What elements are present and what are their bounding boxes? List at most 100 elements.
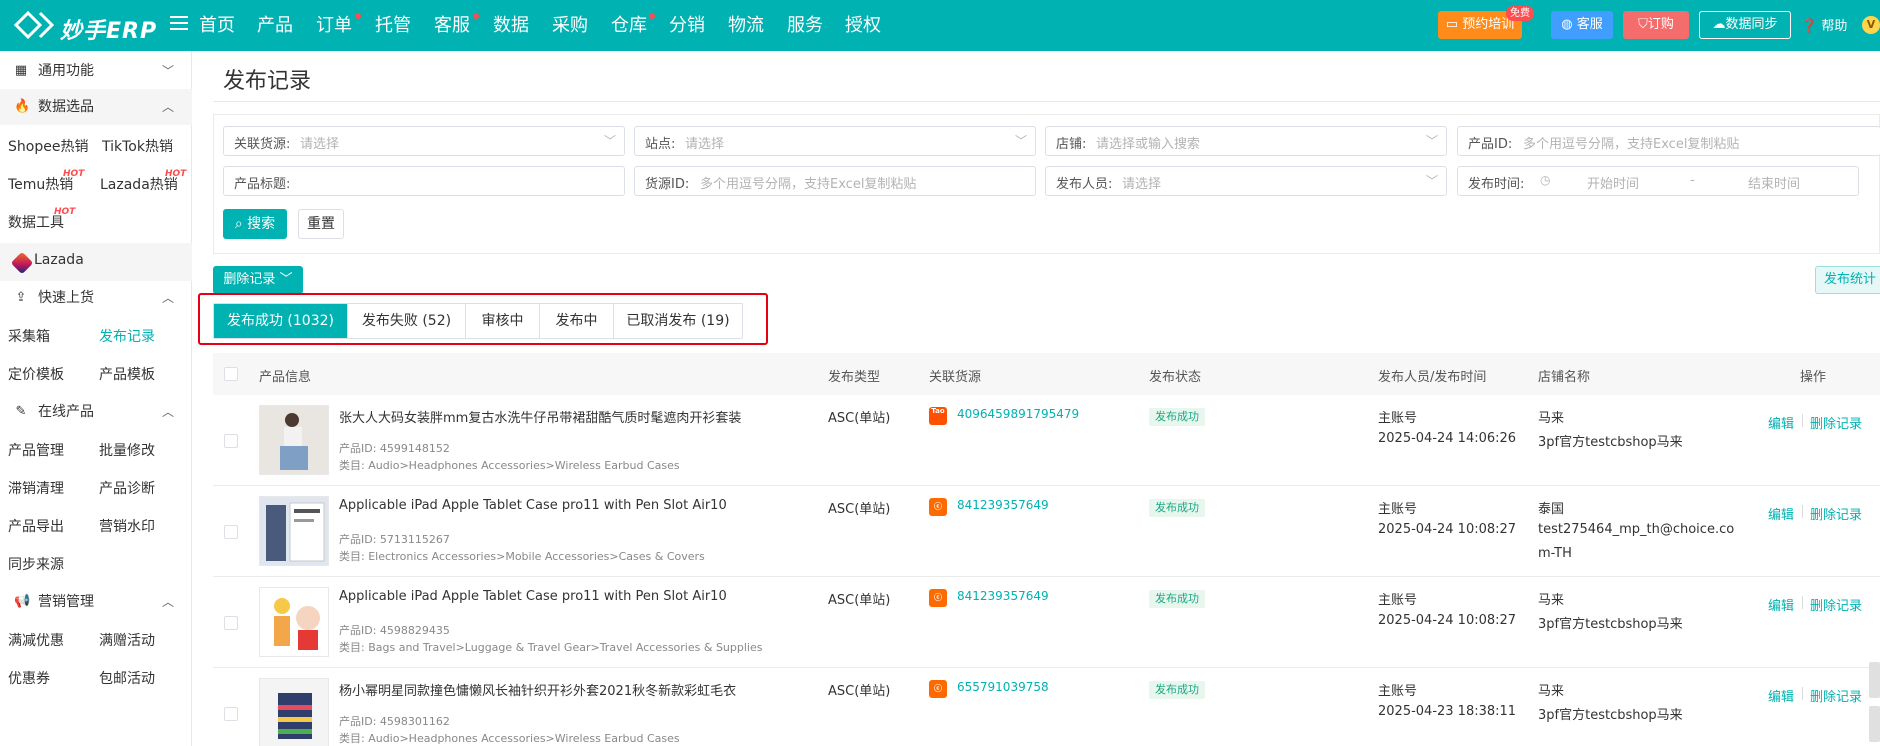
shop-name: test275464_mp_th@choice.co xyxy=(1538,522,1735,537)
product-thumbnail[interactable] xyxy=(259,587,329,657)
scroll-handle[interactable] xyxy=(1869,706,1880,742)
start-time-placeholder[interactable]: 开始时间 xyxy=(1587,173,1639,192)
nav-item-purchase[interactable]: 采购 xyxy=(548,0,592,51)
sidebar-section-marketing[interactable]: 📢 营销管理 ︿ xyxy=(0,584,192,620)
sidebar-section-quick-upload[interactable]: ⇪ 快速上货 ︿ xyxy=(0,280,192,316)
reset-button[interactable]: 重置 xyxy=(298,209,344,239)
publisher-select[interactable]: 发布人员: 请选择 ﹀ xyxy=(1045,166,1447,196)
source-id-link[interactable]: 841239357649 xyxy=(957,589,1049,603)
product-title-input[interactable]: 产品标题: xyxy=(223,166,625,196)
column-header: 产品信息 xyxy=(259,370,312,385)
sidebar-item-product-diagnosis[interactable]: 产品诊断 xyxy=(99,479,155,499)
sidebar-section-data-select[interactable]: 🔥 数据选品 ︿ xyxy=(0,89,192,125)
sidebar-item-product-manage[interactable]: 产品管理 xyxy=(8,441,64,461)
sidebar-item-tiktok-hot[interactable]: TikTok热销 xyxy=(102,137,173,157)
sidebar-item-product-export[interactable]: 产品导出 xyxy=(8,517,64,537)
sidebar-section-common[interactable]: ▦ 通用功能 ﹀ xyxy=(0,53,192,89)
sidebar-item-free-shipping[interactable]: 包邮活动 xyxy=(99,669,155,689)
training-label: 预约培训 xyxy=(1462,17,1515,32)
edit-link[interactable]: 编辑 xyxy=(1768,595,1794,614)
sidebar-item-slow-clear[interactable]: 滞销清理 xyxy=(8,479,64,499)
tab-publish-success[interactable]: 发布成功 (1032) xyxy=(214,304,348,338)
edit-link[interactable]: 编辑 xyxy=(1768,686,1794,705)
tab-publishing[interactable]: 发布中 xyxy=(540,304,614,338)
chat-icon: ▭ xyxy=(1445,17,1463,32)
sidebar-item-watermark[interactable]: 营销水印 xyxy=(99,517,155,537)
column-header: 操作 xyxy=(1800,370,1827,385)
sidebar-item-discount[interactable]: 满减优惠 xyxy=(8,631,64,651)
end-time-placeholder[interactable]: 结束时间 xyxy=(1748,173,1800,192)
sidebar-section-online-products[interactable]: ✎ 在线产品 ︿ xyxy=(0,394,192,430)
row-checkbox[interactable] xyxy=(224,525,238,539)
sidebar-item-shopee-hot[interactable]: Shopee热销 xyxy=(8,137,88,157)
sidebar-item-collect-box[interactable]: 采集箱 xyxy=(8,327,50,347)
edit-link[interactable]: 编辑 xyxy=(1768,413,1794,432)
row-checkbox[interactable] xyxy=(224,616,238,630)
row-checkbox[interactable] xyxy=(224,434,238,448)
delete-record-link[interactable]: 删除记录 xyxy=(1810,413,1862,432)
publish-stats-button[interactable]: 发布统计 xyxy=(1815,266,1880,294)
product-thumbnail[interactable] xyxy=(259,678,329,746)
sidebar-item-sync-source[interactable]: 同步来源 xyxy=(8,555,64,575)
sidebar-item-lazada[interactable]: Lazada xyxy=(0,243,192,281)
product-thumbnail[interactable] xyxy=(259,496,329,566)
sidebar-item-gift[interactable]: 满赠活动 xyxy=(99,631,155,651)
sidebar-item-batch-edit[interactable]: 批量修改 xyxy=(99,441,155,461)
product-title[interactable]: 张大人大码女装胖mm复古水洗牛仔吊带裙甜酷气质时髦遮肉开衫套装 xyxy=(339,407,741,426)
source-id-input[interactable]: 货源ID: 多个用逗号分隔，支持Excel复制粘贴 xyxy=(634,166,1036,196)
publish-time-range[interactable]: 发布时间: ◷ 开始时间 - 结束时间 xyxy=(1457,166,1859,196)
nav-item-home[interactable]: 首页 xyxy=(195,0,239,51)
delete-record-link[interactable]: 删除记录 xyxy=(1810,504,1862,523)
delete-records-dropdown[interactable]: 删除记录 ﹀ xyxy=(213,266,303,294)
field-placeholder: 多个用逗号分隔，支持Excel复制粘贴 xyxy=(1523,137,1740,152)
sidebar-item-product-template[interactable]: 产品模板 xyxy=(99,365,155,385)
product-category: 类目: Audio>Headphones Accessories>Wireles… xyxy=(339,732,680,745)
source-select[interactable]: 关联货源: 请选择 ﹀ xyxy=(223,126,625,156)
column-header: 发布状态 xyxy=(1149,370,1202,385)
source-id-link[interactable]: 841239357649 xyxy=(957,498,1049,512)
hamburger-icon[interactable] xyxy=(170,16,188,32)
product-title[interactable]: Applicable iPad Apple Tablet Case pro11 … xyxy=(339,498,727,513)
sidebar-item-publish-record[interactable]: 发布记录 xyxy=(99,327,155,347)
customer-service-button[interactable]: ◍ 客服 xyxy=(1551,11,1613,39)
product-thumbnail[interactable] xyxy=(259,405,329,475)
nav-item-authorize[interactable]: 授权 xyxy=(841,0,885,51)
source-id-link[interactable]: 655791039758 xyxy=(957,680,1049,694)
tab-cancelled[interactable]: 已取消发布 (19) xyxy=(614,304,742,338)
nav-item-hosting[interactable]: 托管 xyxy=(371,0,415,51)
sidebar-item-coupon[interactable]: 优惠券 xyxy=(8,669,50,689)
field-placeholder: 请选择 xyxy=(300,137,340,152)
scroll-handle[interactable] xyxy=(1869,662,1880,698)
brand-logo[interactable]: 妙手ERP xyxy=(10,8,160,44)
vip-badge[interactable]: V xyxy=(1862,16,1880,34)
shop-site: 马来 xyxy=(1538,593,1565,608)
nav-item-logistics[interactable]: 物流 xyxy=(724,0,768,51)
tab-publish-failed[interactable]: 发布失败 (52) xyxy=(348,304,466,338)
source-id-link[interactable]: 4096459891795479 xyxy=(957,407,1079,421)
product-title[interactable]: 杨小幂明星同款撞色慵懒风长袖针织开衫外套2021秋冬新款彩虹毛衣 xyxy=(339,680,736,699)
search-button[interactable]: ⌕ 搜索 xyxy=(223,209,287,239)
tab-reviewing[interactable]: 审核中 xyxy=(466,304,540,338)
shop-select[interactable]: 店铺: 请选择或输入搜索 ﹀ xyxy=(1045,126,1447,156)
nav-item-data[interactable]: 数据 xyxy=(489,0,533,51)
nav-item-product[interactable]: 产品 xyxy=(253,0,297,51)
nav-item-service[interactable]: 客服 xyxy=(430,0,474,51)
delete-record-link[interactable]: 删除记录 xyxy=(1810,595,1862,614)
nav-item-distribution[interactable]: 分销 xyxy=(665,0,709,51)
sidebar-item-price-template[interactable]: 定价模板 xyxy=(8,365,64,385)
data-sync-button[interactable]: ☁数据同步 xyxy=(1699,11,1791,39)
site-select[interactable]: 站点: 请选择 ﹀ xyxy=(634,126,1036,156)
row-checkbox[interactable] xyxy=(224,707,238,721)
delete-record-link[interactable]: 删除记录 xyxy=(1810,686,1862,705)
product-image xyxy=(260,406,328,474)
nav-item-services[interactable]: 服务 xyxy=(783,0,827,51)
help-link[interactable]: ❓ 帮助 xyxy=(1801,15,1847,34)
product-title[interactable]: Applicable iPad Apple Tablet Case pro11 … xyxy=(339,589,727,604)
column-header: 发布类型 xyxy=(828,370,881,385)
select-all-checkbox[interactable] xyxy=(224,367,238,381)
edit-link[interactable]: 编辑 xyxy=(1768,504,1794,523)
nav-item-order[interactable]: 订单 xyxy=(312,0,356,51)
nav-item-warehouse[interactable]: 仓库 xyxy=(607,0,651,51)
subscribe-button[interactable]: ⛉订购 xyxy=(1623,11,1689,39)
product-id-input[interactable]: 产品ID: 多个用逗号分隔，支持Excel复制粘贴 xyxy=(1457,126,1880,156)
